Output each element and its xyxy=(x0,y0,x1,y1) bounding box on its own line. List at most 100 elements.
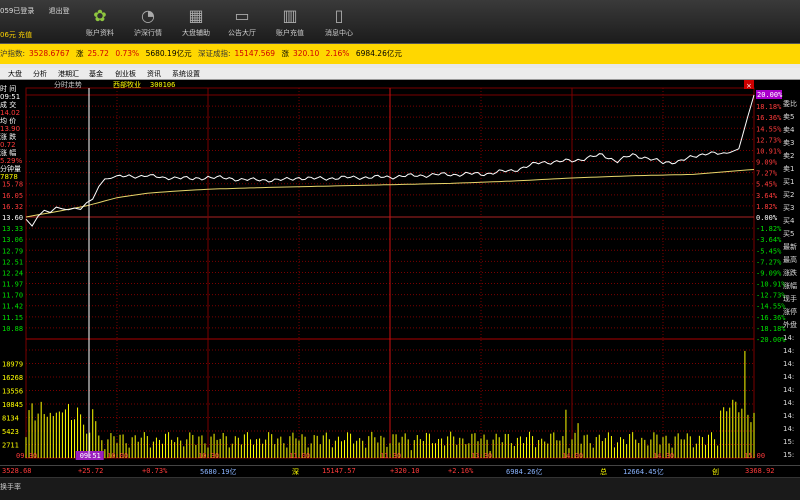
gear-icon: ✿ xyxy=(93,6,107,25)
status-cy-label: 创 xyxy=(712,468,719,476)
info-time-label: 时 间 xyxy=(0,85,17,93)
order-book-row: 买4 xyxy=(783,217,795,225)
status-sz-amount: 6984.26亿 xyxy=(506,468,543,476)
status-sz-label: 深 xyxy=(292,468,299,476)
pct-label-up: 5.45% xyxy=(756,181,778,189)
status-sz-index: 15147.57 xyxy=(322,467,356,475)
pct-label-down: -5.45% xyxy=(756,247,782,255)
menu-item-index[interactable]: 大盘 xyxy=(8,69,22,79)
status-sz-change: +320.10 xyxy=(390,467,420,475)
order-book-row: 14: xyxy=(783,425,795,433)
order-book-row: 卖1 xyxy=(783,165,795,173)
time-label: 11:00 xyxy=(289,452,310,460)
pct-label-up: 18.18% xyxy=(756,103,782,111)
status-total-label: 总 xyxy=(600,468,607,476)
sh-amount: 5680.19亿元 xyxy=(145,49,192,58)
pct-label-down: -9.09% xyxy=(756,269,782,277)
menu-item-settings[interactable]: 系统设置 xyxy=(172,69,200,79)
pct-label-down: -18.18% xyxy=(756,325,786,333)
pct-label-up: 9.09% xyxy=(756,159,778,167)
pct-label-up: 1.82% xyxy=(756,203,778,211)
menu-item-news[interactable]: 资讯 xyxy=(147,69,161,79)
menu-item-fund[interactable]: 基金 xyxy=(89,69,103,79)
order-book-row: 买1 xyxy=(783,178,795,186)
order-book-row: 外盘 xyxy=(783,321,797,329)
order-book-row: 14: xyxy=(783,386,795,394)
sz-pct: 2.16% xyxy=(325,49,350,58)
toolbar-messages-button[interactable]: ▯ 消息中心 xyxy=(311,2,367,40)
account-info: 059已登录 退出登 06元 充值 xyxy=(0,2,72,40)
stock-code: 300106 xyxy=(150,81,175,89)
volume-label: 2711 xyxy=(2,442,19,450)
price-label-up: 15.78 xyxy=(2,181,23,189)
account-balance[interactable]: 06元 充值 xyxy=(0,30,32,40)
status-cy-index: 3368.92 xyxy=(745,467,775,475)
info-minvol-label: 分钟量 xyxy=(0,165,21,173)
account-status: 059已登录 xyxy=(0,7,35,15)
status-sh-pct: +0.73% xyxy=(142,467,168,475)
grid-icon: ▦ xyxy=(188,6,204,25)
close-chart-glyph: × xyxy=(746,82,752,90)
info-avg-label: 均 价 xyxy=(0,117,17,125)
sz-amount: 6984.26亿元 xyxy=(355,49,402,58)
logout-link[interactable]: 退出登 xyxy=(49,7,70,15)
time-label: 13:30 xyxy=(471,452,492,460)
price-label-mid: 13.60 xyxy=(2,214,23,222)
info-pct-value: 5.29% xyxy=(0,157,23,165)
pct-label-down: -20.00% xyxy=(756,336,786,344)
menu-item-hk[interactable]: 港期汇 xyxy=(58,69,79,79)
sh-pct: 0.73% xyxy=(115,49,140,58)
order-book-row: 最高 xyxy=(783,256,797,264)
volume-label: 8134 xyxy=(2,415,19,423)
cursor-info-panel: 时 间 09:51 成 交 14.02 均 价 13.90 涨 跌 0.72 涨… xyxy=(0,85,26,181)
order-book-row: 卖2 xyxy=(783,152,795,160)
order-book-row: 14: xyxy=(783,373,795,381)
price-label-down: 11.15 xyxy=(2,314,23,322)
price-label-up: 16.32 xyxy=(2,203,23,211)
order-book-row: 15: xyxy=(783,438,795,446)
sh-change-label: 涨 xyxy=(75,49,84,58)
sz-change: 320.10 xyxy=(292,49,320,58)
index-ticker: 沪指数: 3528.6767 涨 25.72 0.73% 5680.19亿元 深证成… xyxy=(0,44,800,64)
order-book-row: 买3 xyxy=(783,204,795,212)
order-book-row: 14: xyxy=(783,412,795,420)
bottom-bar: 换手率 xyxy=(0,477,800,500)
pct-label-up: 12.73% xyxy=(756,136,782,144)
info-time-value: 09:51 xyxy=(0,93,21,101)
order-book-row: 涨停 xyxy=(783,308,797,316)
pct-label-zero: 0.00% xyxy=(756,214,778,222)
sh-index-value: 3528.6767 xyxy=(29,49,70,58)
intraday-chart[interactable]: 16.32 16.05 15.78 13.60 13.33 13.06 12.79 12.51… xyxy=(0,80,800,482)
sh-change: 25.72 xyxy=(87,49,109,58)
pct-label-down: -12.73% xyxy=(756,292,786,300)
top-pct-tag-text: 20.00% xyxy=(757,91,783,99)
status-total-amount: 12664.45亿 xyxy=(623,468,664,476)
pct-label-up: 14.55% xyxy=(756,125,782,133)
menu-bar: 大盘 分析 港期汇 基金 创业板 资讯 系统设置 xyxy=(0,68,800,80)
order-book-row: 14: xyxy=(783,360,795,368)
volume-label: 16268 xyxy=(2,374,23,382)
chart-canvas[interactable]: 16.32 16.05 15.78 13.60 13.33 13.06 12.79 12.51… xyxy=(0,80,800,482)
order-book-row: 委比 xyxy=(783,100,797,108)
price-label-down: 11.42 xyxy=(2,303,23,311)
order-book-row: 买5 xyxy=(783,230,795,238)
price-label-up: 16.05 xyxy=(2,192,23,200)
sz-index-value: 15147.569 xyxy=(234,49,276,58)
price-label-down: 13.33 xyxy=(2,225,23,233)
price-label-down: 12.51 xyxy=(2,258,23,266)
toolbar-recharge-button[interactable]: ▥ 账户充值 xyxy=(262,2,318,40)
volume-label: 5423 xyxy=(2,428,19,436)
sh-index-label: 沪指数: xyxy=(0,49,26,58)
pct-label-down: -7.27% xyxy=(756,258,782,266)
speedometer-icon: ◔ xyxy=(141,6,155,25)
time-label: 09:30 xyxy=(16,452,37,460)
order-book-row: 15: xyxy=(783,451,795,459)
order-book-row: 14: xyxy=(783,334,795,342)
info-pct-label: 涨 幅 xyxy=(0,149,17,157)
order-book-row: 最新 xyxy=(783,243,797,251)
menu-item-analysis[interactable]: 分析 xyxy=(33,69,47,79)
menu-item-gem[interactable]: 创业板 xyxy=(115,69,136,79)
order-book-row: 涨幅 xyxy=(783,282,797,290)
price-label-down: 10.88 xyxy=(2,325,23,333)
order-book-row: 买2 xyxy=(783,191,795,199)
